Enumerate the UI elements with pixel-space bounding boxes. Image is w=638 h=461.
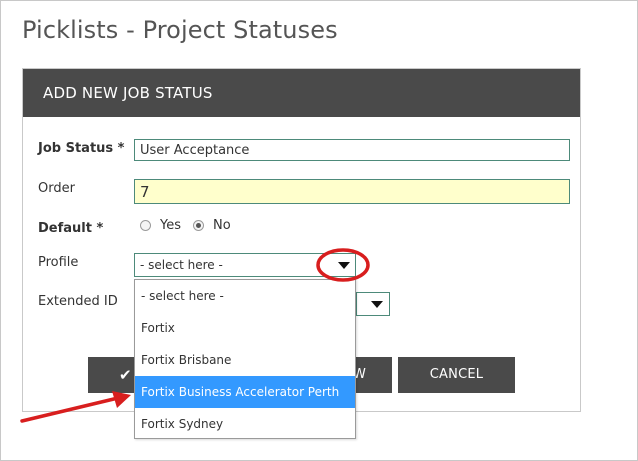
panel-header: ADD NEW JOB STATUS: [23, 69, 580, 117]
chevron-down-icon: [371, 301, 383, 308]
default-label: Default *: [38, 221, 104, 236]
panel-title: ADD NEW JOB STATUS: [43, 84, 213, 102]
job-status-input[interactable]: User Acceptance: [134, 139, 570, 161]
dropdown-option[interactable]: - select here -: [135, 280, 355, 312]
chevron-down-icon: [338, 262, 350, 269]
profile-select-value: - select here -: [140, 258, 223, 272]
dropdown-option[interactable]: Fortix: [135, 312, 355, 344]
extended-id-label: Extended ID: [38, 294, 118, 309]
default-yes-label: Yes: [160, 218, 181, 233]
default-no-radio[interactable]: [193, 220, 204, 231]
dropdown-option[interactable]: Fortix Sydney: [135, 408, 355, 440]
dropdown-option[interactable]: Fortix Brisbane: [135, 344, 355, 376]
page-title: Picklists - Project Statuses: [22, 16, 338, 44]
profile-label: Profile: [38, 255, 79, 270]
check-icon: ✔: [119, 366, 132, 384]
default-no-label: No: [213, 218, 231, 233]
order-label: Order: [38, 181, 75, 196]
cancel-button[interactable]: CANCEL: [398, 357, 515, 393]
profile-dropdown-list: - select here - Fortix Fortix Brisbane F…: [134, 279, 356, 439]
profile-select[interactable]: - select here -: [134, 253, 356, 277]
job-status-label: Job Status *: [38, 141, 125, 156]
default-yes-radio[interactable]: [140, 220, 151, 231]
order-input[interactable]: 7: [134, 179, 570, 204]
extended-id-select[interactable]: [356, 292, 390, 316]
dropdown-option-highlighted[interactable]: Fortix Business Accelerator Perth: [135, 376, 355, 408]
save-button-right-part[interactable]: W: [353, 357, 392, 393]
